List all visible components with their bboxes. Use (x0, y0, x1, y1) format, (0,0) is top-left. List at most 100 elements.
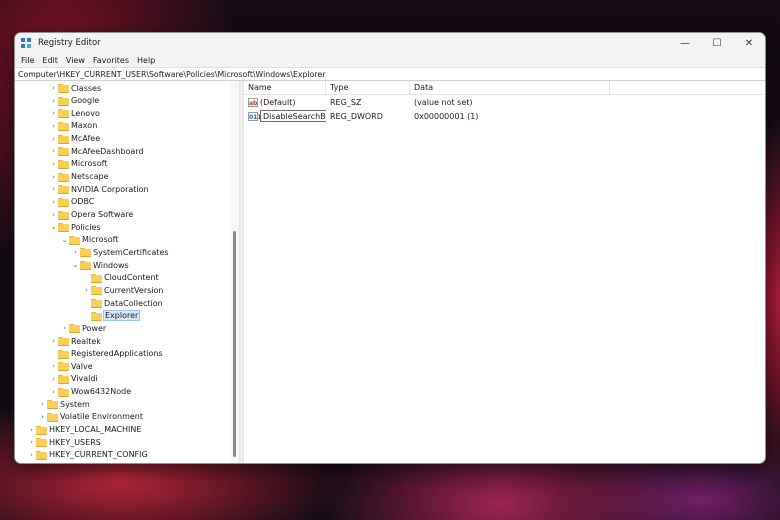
folder-icon (58, 159, 69, 169)
tree-item[interactable]: › HKEY_LOCAL_MACHINE (27, 424, 141, 436)
close-button[interactable]: ✕ (733, 33, 765, 53)
expand-chevron-icon[interactable]: › (49, 211, 58, 219)
tree-item[interactable]: › Realtek (49, 335, 101, 347)
registry-editor-icon (21, 37, 32, 49)
expand-chevron-icon[interactable]: › (49, 160, 58, 168)
folder-icon (36, 425, 47, 435)
tree-item[interactable]: › McAfeeDashboard (49, 145, 144, 157)
value-row[interactable]: 011DisableSearchBo... REG_DWORD 0x00000001… (244, 109, 765, 123)
maximize-button[interactable]: ☐ (701, 33, 733, 53)
address-bar[interactable]: Computer\HKEY_CURRENT_USER\Software\Poli… (15, 67, 765, 81)
expand-chevron-icon[interactable]: › (49, 337, 58, 345)
tree-scrollbar-thumb[interactable] (233, 231, 236, 457)
registry-key-tree: › Classes › Google › Lenovo › Maxon › McAfee › McAf… (15, 81, 239, 463)
address-path[interactable]: Computer\HKEY_CURRENT_USER\Software\Poli… (18, 70, 325, 79)
expand-chevron-icon[interactable]: › (49, 122, 58, 130)
tree-item[interactable]: › SystemCertificates (71, 246, 169, 258)
tree-item-label: Opera Software (71, 210, 134, 219)
collapse-chevron-icon[interactable]: ⌄ (71, 261, 80, 269)
tree-item[interactable]: › Lenovo (49, 107, 100, 119)
value-name-cell[interactable]: 011DisableSearchBo... (244, 110, 326, 122)
expand-chevron-icon[interactable]: › (82, 286, 91, 294)
expand-chevron-icon[interactable]: › (49, 362, 58, 370)
column-data[interactable]: Data (410, 81, 610, 94)
tree-item[interactable]: › McAfee (49, 133, 100, 145)
menu-favorites[interactable]: Favorites (89, 56, 133, 65)
expand-chevron-icon[interactable]: › (49, 375, 58, 383)
tree-item-label: Microsoft (71, 159, 108, 169)
tree-item[interactable]: › Google (49, 95, 99, 107)
tree-item[interactable]: › HKEY_CURRENT_CONFIG (27, 449, 148, 461)
tree-item[interactable]: › ODBC (49, 196, 94, 208)
window-controls: — ☐ ✕ (669, 33, 765, 53)
tree-item[interactable]: › Netscape (49, 171, 109, 183)
tree-item[interactable]: › CurrentVersion (82, 284, 163, 296)
expand-chevron-icon[interactable]: › (27, 438, 36, 446)
tree-item[interactable]: › Vivaldi (49, 373, 98, 385)
value-name-cell[interactable]: ab (Default) (244, 97, 326, 107)
expand-chevron-icon[interactable]: › (27, 426, 36, 434)
tree-item-label: Valve (71, 361, 93, 371)
folder-icon (58, 337, 69, 346)
tree-item-label: Policies (71, 222, 101, 232)
expand-chevron-icon[interactable]: › (49, 173, 58, 181)
tree-item[interactable]: › Maxon (49, 120, 97, 132)
expand-chevron-icon[interactable]: › (49, 388, 58, 396)
tree-item[interactable]: › NVIDIA Corporation (49, 183, 149, 195)
tree-item-label: RegisteredApplications (71, 349, 163, 359)
tree-item-label: CloudContent (104, 273, 159, 283)
menu-edit[interactable]: Edit (38, 56, 62, 65)
rename-input[interactable]: DisableSearchBo... (260, 110, 326, 122)
tree-item-label: NVIDIA Corporation (71, 184, 149, 194)
folder-icon (58, 172, 69, 182)
tree-item[interactable]: › Wow6432Node (49, 386, 131, 398)
expand-chevron-icon[interactable]: › (49, 147, 58, 155)
menu-file[interactable]: File (17, 56, 38, 65)
tree-scrollbar[interactable] (231, 81, 239, 463)
expand-chevron-icon[interactable]: › (71, 248, 80, 256)
expand-chevron-icon[interactable]: › (60, 324, 69, 332)
tree-item[interactable]: › Classes (49, 82, 101, 94)
expand-chevron-icon[interactable]: › (27, 451, 36, 459)
value-row[interactable]: ab (Default) REG_SZ (value not set) (244, 95, 765, 109)
tree-item[interactable]: › System (38, 398, 90, 410)
expand-chevron-icon[interactable]: › (49, 84, 58, 92)
tree-item[interactable]: Explorer (82, 310, 141, 322)
value-name: (Default) (260, 97, 296, 107)
title-bar[interactable]: Registry Editor — ☐ ✕ (15, 33, 765, 53)
tree-item[interactable]: ⌄ Microsoft (60, 234, 118, 246)
expand-chevron-icon[interactable]: › (49, 135, 58, 143)
collapse-chevron-icon[interactable]: ⌄ (60, 236, 69, 244)
collapse-chevron-icon[interactable]: ⌄ (49, 223, 58, 231)
folder-icon (69, 324, 80, 334)
tree-item[interactable]: › Valve (49, 360, 93, 372)
tree-item-label: Netscape (71, 172, 109, 182)
expand-chevron-icon[interactable]: › (49, 198, 58, 206)
folder-icon (36, 450, 47, 460)
tree-item[interactable]: DataCollection (82, 297, 163, 309)
expand-chevron-icon[interactable]: › (38, 400, 47, 408)
expand-chevron-icon[interactable]: › (38, 413, 47, 421)
list-header: Name Type Data (244, 81, 765, 95)
tree-item[interactable]: RegisteredApplications (49, 348, 163, 360)
menu-help[interactable]: Help (133, 56, 159, 65)
tree-item[interactable]: › Opera Software (49, 209, 133, 221)
tree-item[interactable]: › Power (60, 322, 106, 334)
expand-chevron-icon[interactable]: › (49, 185, 58, 193)
tree-item[interactable]: › HKEY_USERS (27, 436, 101, 448)
menu-view[interactable]: View (62, 56, 89, 65)
tree-item[interactable]: CloudContent (82, 272, 159, 284)
tree-item[interactable]: ⌄ Policies (49, 221, 101, 233)
minimize-button[interactable]: — (669, 33, 701, 53)
column-type[interactable]: Type (326, 81, 410, 94)
folder-icon (58, 374, 69, 384)
tree-item[interactable]: › Volatile Environment (38, 411, 143, 423)
folder-icon (58, 362, 69, 372)
value-type-cell: REG_SZ (330, 97, 362, 107)
tree-item-label: Power (82, 323, 107, 333)
expand-chevron-icon[interactable]: › (49, 97, 58, 105)
tree-item[interactable]: ⌄ Windows (71, 259, 129, 271)
tree-item[interactable]: › Microsoft (49, 158, 107, 170)
expand-chevron-icon[interactable]: › (49, 109, 58, 117)
column-name[interactable]: Name (244, 81, 326, 94)
